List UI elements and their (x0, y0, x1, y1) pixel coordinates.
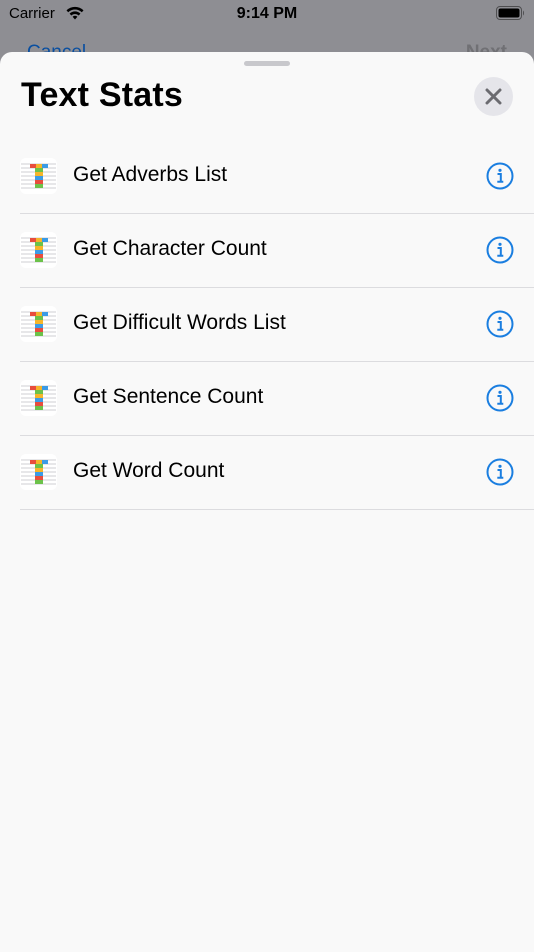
sheet-grabber[interactable] (244, 61, 290, 66)
list-item-label: Get Adverbs List (73, 163, 228, 186)
close-button[interactable] (474, 77, 513, 116)
status-bar: Carrier 9:14 PM (0, 0, 534, 28)
status-time: 9:14 PM (236, 5, 298, 22)
action-sheet: Text Stats Get Adverbs List Get Characte… (0, 52, 534, 952)
info-icon[interactable] (486, 310, 514, 338)
text-stats-app-icon (20, 454, 57, 490)
list-item[interactable]: Get Difficult Words List (20, 288, 534, 362)
info-icon[interactable] (486, 458, 514, 486)
text-stats-app-icon (20, 232, 57, 268)
list-item[interactable]: Get Word Count (20, 436, 534, 510)
text-stats-app-icon (20, 158, 57, 194)
list-item[interactable]: Get Sentence Count (20, 362, 534, 436)
actions-list: Get Adverbs List Get Character Count Get… (0, 140, 534, 510)
list-item-label: Get Word Count (73, 459, 225, 482)
battery-icon (496, 6, 524, 20)
info-icon[interactable] (486, 236, 514, 264)
info-icon[interactable] (486, 162, 514, 190)
list-item[interactable]: Get Character Count (20, 214, 534, 288)
list-item[interactable]: Get Adverbs List (20, 140, 534, 214)
info-icon[interactable] (486, 384, 514, 412)
list-item-label: Get Difficult Words List (73, 311, 286, 334)
list-item-label: Get Sentence Count (73, 385, 264, 408)
close-icon (485, 88, 502, 105)
sheet-title: Text Stats (21, 76, 183, 114)
list-item-label: Get Character Count (73, 237, 267, 260)
text-stats-app-icon (20, 380, 57, 416)
text-stats-app-icon (20, 306, 57, 342)
